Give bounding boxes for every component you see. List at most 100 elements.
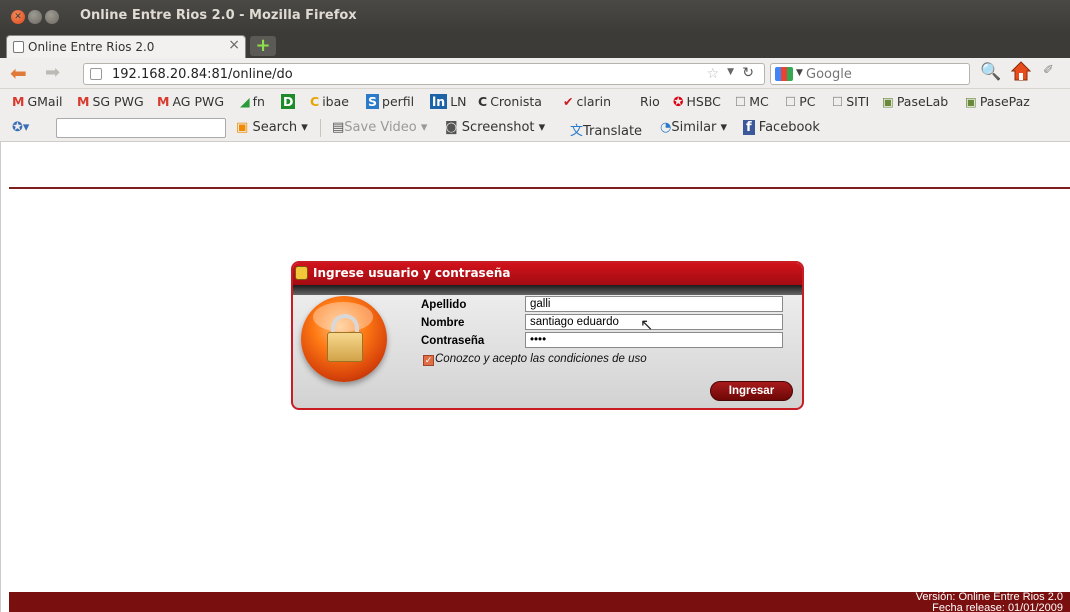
login-dialog: Ingrese usuario y contraseña Apellido ga… bbox=[291, 261, 804, 410]
ingresar-button[interactable]: Ingresar bbox=[710, 381, 793, 401]
image-icon: ▣ bbox=[882, 94, 894, 109]
bookmark-paselab[interactable]: ▣ PaseLab bbox=[882, 94, 948, 109]
site-identity-icon[interactable] bbox=[90, 68, 102, 80]
separator bbox=[320, 119, 321, 137]
header-rule bbox=[9, 187, 1070, 189]
contrasena-label: Contraseña bbox=[421, 335, 485, 347]
s-icon: S bbox=[366, 94, 380, 109]
hsbc-icon: ✪ bbox=[673, 94, 684, 109]
mouse-cursor-icon: ↖ bbox=[640, 315, 654, 334]
bookmark-rio[interactable]: Rio bbox=[640, 94, 660, 109]
close-window-button[interactable]: ✕ bbox=[11, 10, 25, 24]
bookmark-star-icon[interactable]: ☆ bbox=[706, 66, 719, 82]
translate-icon: 文 bbox=[570, 124, 584, 139]
save-video-icon: ▤ bbox=[332, 120, 345, 135]
page-icon: ☐ bbox=[735, 94, 747, 109]
navigation-bar: ⬅ ➡ 192.168.20.84:81/online/do ☆ ▼ ↻ ▼ bbox=[0, 58, 1070, 89]
bookmark-clarin[interactable]: ✔ clarin bbox=[563, 94, 611, 109]
search-brand-icon: ▣ bbox=[236, 120, 249, 135]
terms-label: Conozco y acepto las condiciones de uso bbox=[435, 353, 647, 365]
bookmark-sg-pwg[interactable]: M SG PWG bbox=[77, 94, 144, 109]
c-icon: C bbox=[310, 94, 320, 109]
contrasena-input[interactable]: •••• bbox=[525, 332, 783, 348]
lock-icon bbox=[295, 266, 308, 280]
forward-button[interactable]: ➡ bbox=[45, 63, 60, 83]
footer-release: Fecha release: 01/01/2009 bbox=[932, 602, 1063, 612]
padlock-orb-icon bbox=[301, 296, 387, 382]
back-button[interactable]: ⬅ bbox=[10, 63, 27, 83]
url-bar[interactable]: 192.168.20.84:81/online/do ☆ ▼ ↻ bbox=[83, 63, 765, 85]
screenshot-button[interactable]: ◙ Screenshot ▾ bbox=[445, 120, 545, 135]
save-video-button[interactable]: ▤Save Video ▾ bbox=[332, 120, 427, 135]
camera-icon: ◙ bbox=[445, 120, 458, 135]
maximize-window-button[interactable] bbox=[45, 10, 59, 24]
addon-toolbar: ✪▾ ▣ Search ▾ ▤Save Video ▾ ◙ Screenshot… bbox=[0, 114, 1070, 142]
terms-checkbox[interactable]: ✓ bbox=[423, 355, 434, 366]
bookmark-pc[interactable]: ☐ PC bbox=[785, 94, 816, 109]
gmail-icon: M bbox=[157, 94, 170, 109]
bookmark-cronista[interactable]: C Cronista bbox=[478, 94, 542, 109]
url-dropdown-icon[interactable]: ▼ bbox=[727, 67, 734, 77]
terms-row: ✓ Conozco y acepto las condiciones de uso bbox=[423, 353, 647, 366]
bookmark-pasepaz[interactable]: ▣ PasePaz bbox=[965, 94, 1030, 109]
bookmark-d[interactable]: D bbox=[281, 94, 298, 109]
translate-button[interactable]: 文Translate bbox=[570, 120, 642, 139]
bookmark-ln[interactable]: ln LN bbox=[430, 94, 467, 109]
c-icon: C bbox=[478, 94, 488, 109]
search-bar[interactable]: ▼ bbox=[770, 63, 970, 85]
nombre-label: Nombre bbox=[421, 317, 465, 329]
nombre-input[interactable]: santiago eduardo bbox=[525, 314, 783, 330]
facebook-button[interactable]: f Facebook bbox=[743, 120, 820, 135]
bookmark-siti[interactable]: ☐ SITI bbox=[832, 94, 869, 109]
bookmark-ag-pwg[interactable]: M AG PWG bbox=[157, 94, 224, 109]
toolbar-search-input[interactable] bbox=[56, 118, 226, 138]
tab-strip: Online Entre Rios 2.0 × + bbox=[0, 33, 1070, 58]
engine-dropdown-icon[interactable]: ▼ bbox=[796, 68, 803, 78]
dialog-title: Ingrese usuario y contraseña bbox=[313, 266, 511, 280]
ln-icon: ln bbox=[430, 94, 448, 109]
facebook-icon: f bbox=[743, 120, 755, 135]
title-bar: ✕ Online Entre Rios 2.0 - Mozilla Firefo… bbox=[0, 0, 1070, 33]
page-icon: ☐ bbox=[832, 94, 844, 109]
window-title: Online Entre Rios 2.0 - Mozilla Firefox bbox=[80, 8, 357, 23]
similar-icon: ◔ bbox=[660, 120, 672, 135]
similar-button[interactable]: ◔Similar ▾ bbox=[660, 120, 727, 135]
page-content: Ingrese usuario y contraseña Apellido ga… bbox=[0, 142, 1070, 612]
url-text: 192.168.20.84:81/online/do bbox=[112, 67, 293, 82]
bookmark-gmail[interactable]: M GMail bbox=[12, 94, 63, 109]
more-tools-icon[interactable]: ✐ bbox=[1043, 63, 1054, 78]
dialog-header: Ingrese usuario y contraseña bbox=[293, 263, 802, 285]
close-tab-icon[interactable]: × bbox=[228, 37, 240, 53]
new-tab-button[interactable]: + bbox=[250, 36, 276, 56]
image-icon: ▣ bbox=[965, 94, 977, 109]
reload-icon[interactable]: ↻ bbox=[742, 65, 754, 81]
browser-window: ✕ Online Entre Rios 2.0 - Mozilla Firefo… bbox=[0, 0, 1070, 612]
addon-menu-icon[interactable]: ✪▾ bbox=[12, 120, 29, 135]
footer-version: Versión: Online Entre Rios 2.0 bbox=[915, 591, 1063, 603]
bookmarks-toolbar: M GMail M SG PWG M AG PWG ◢ fn D Cibae Sperf… bbox=[0, 89, 1070, 114]
home-icon[interactable] bbox=[1010, 60, 1032, 82]
page-icon bbox=[13, 41, 24, 53]
tab-online-entre-rios[interactable]: Online Entre Rios 2.0 × bbox=[6, 35, 246, 58]
bookmark-perfil[interactable]: Sperfil bbox=[366, 94, 414, 109]
d-icon: D bbox=[281, 94, 296, 109]
tab-label: Online Entre Rios 2.0 bbox=[28, 40, 155, 54]
search-button[interactable]: ▣ Search ▾ bbox=[236, 120, 308, 135]
apellido-input[interactable]: galli bbox=[525, 296, 783, 312]
page-icon: ☐ bbox=[785, 94, 797, 109]
chart-icon: ◢ bbox=[240, 94, 250, 109]
minimize-window-button[interactable] bbox=[28, 10, 42, 24]
bookmark-mc[interactable]: ☐ MC bbox=[735, 94, 769, 109]
search-input[interactable] bbox=[806, 66, 956, 82]
google-engine-icon[interactable] bbox=[775, 67, 793, 81]
bookmark-fn[interactable]: ◢ fn bbox=[240, 94, 265, 109]
bookmark-ibae[interactable]: Cibae bbox=[310, 94, 349, 109]
bookmark-hsbc[interactable]: ✪ HSBC bbox=[673, 94, 721, 109]
apellido-label: Apellido bbox=[421, 299, 467, 311]
gmail-icon: M bbox=[77, 94, 90, 109]
footer-bar: Versión: Online Entre Rios 2.0 Fecha rel… bbox=[9, 592, 1070, 612]
lock-body bbox=[327, 332, 363, 362]
search-icon[interactable]: 🔍 bbox=[980, 62, 1001, 82]
dialog-band bbox=[293, 285, 802, 295]
gmail-icon: M bbox=[12, 94, 25, 109]
